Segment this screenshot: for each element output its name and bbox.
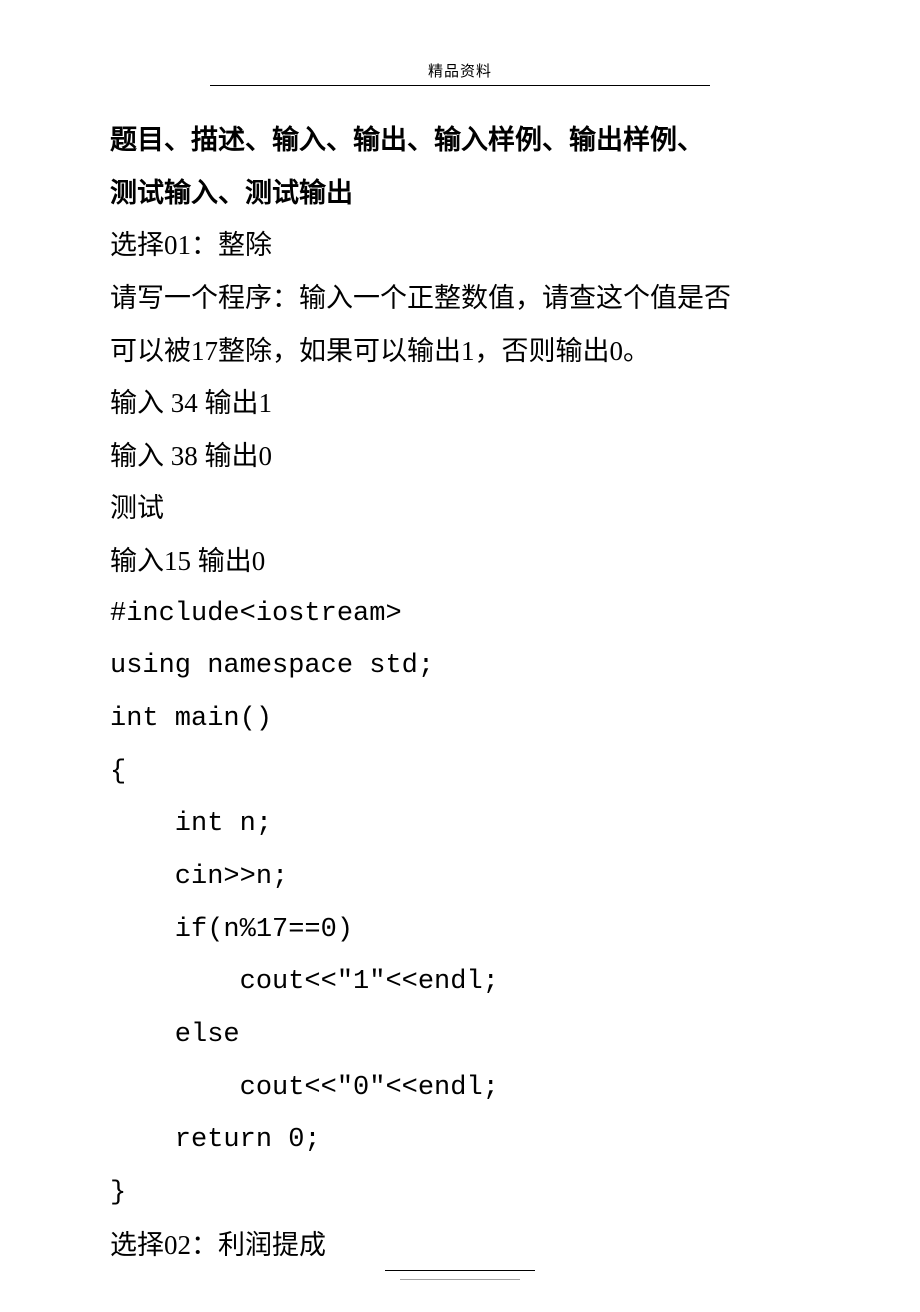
code-line: using namespace std;	[110, 640, 810, 693]
body-line: 输入 38 输出0	[110, 430, 810, 483]
body-line: 可以被17整除，如果可以输出1，否则输出0。	[110, 325, 810, 378]
code-line: #include<iostream>	[110, 588, 810, 641]
body-line: 输入15 输出0	[110, 535, 810, 588]
body-line: 请写一个程序：输入一个正整数值，请查这个值是否	[110, 272, 810, 325]
body-line: 选择02：利润提成	[110, 1219, 810, 1272]
body-line: 选择01：整除	[110, 219, 810, 272]
header-label: 精品资料	[210, 60, 710, 86]
code-line: if(n%17==0)	[110, 904, 810, 957]
heading-line-2: 测试输入、测试输出	[110, 167, 810, 220]
code-line: }	[110, 1167, 810, 1220]
code-line: return 0;	[110, 1114, 810, 1167]
heading-line-1: 题目、描述、输入、输出、输入样例、输出样例、	[110, 114, 810, 167]
code-line: int n;	[110, 798, 810, 851]
footer-dots: ........................................…	[385, 1270, 535, 1282]
code-line: cout<<"1"<<endl;	[110, 956, 810, 1009]
code-line: else	[110, 1009, 810, 1062]
document-page: 精品资料 题目、描述、输入、输出、输入样例、输出样例、 测试输入、测试输出 选择…	[0, 0, 920, 1312]
body-line: 输入 34 输出1	[110, 377, 810, 430]
body-line: 测试	[110, 482, 810, 535]
code-line: int main()	[110, 693, 810, 746]
code-line: {	[110, 746, 810, 799]
code-line: cout<<"0"<<endl;	[110, 1062, 810, 1115]
code-line: cin>>n;	[110, 851, 810, 904]
